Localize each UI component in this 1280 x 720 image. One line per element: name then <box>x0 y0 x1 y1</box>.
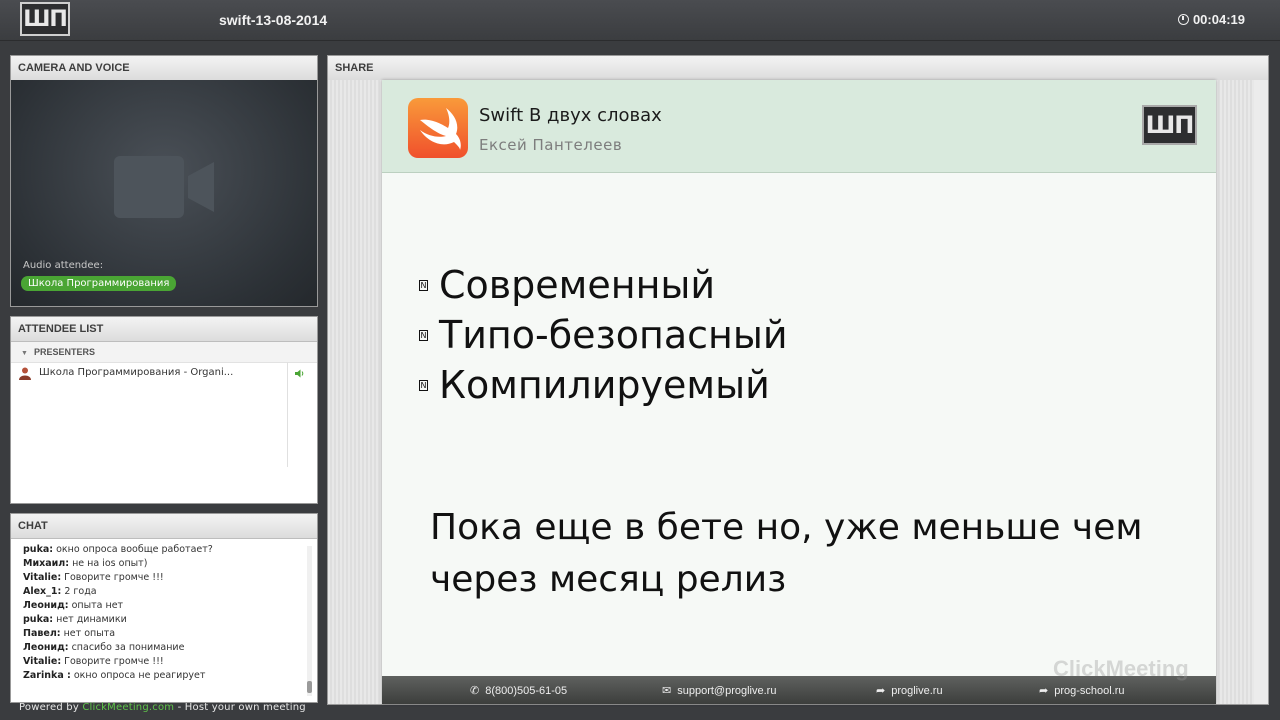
footer-site-1: ➦ proglive.ru <box>876 684 943 698</box>
bullet-box-icon: N <box>419 380 428 391</box>
bullet-item: N Современный <box>419 263 716 307</box>
clickmeeting-link[interactable]: ClickMeeting.com <box>82 702 174 713</box>
slide-header: Swift В двух словах Ексей Пантелеев ШП <box>382 80 1216 173</box>
presenter-person-icon <box>19 367 31 380</box>
footer-email: ✉ support@proglive.ru <box>662 684 777 698</box>
slide-note: Пока еще в бете но, уже меньше чем через… <box>430 507 1143 600</box>
attendee-scrollbar[interactable] <box>287 362 288 467</box>
clock-icon <box>1177 14 1189 25</box>
footer-site-2: ➦ prog-school.ru <box>1039 684 1125 698</box>
app-logo: ШП <box>20 2 70 36</box>
chat-scrollbar-track[interactable] <box>307 546 312 696</box>
arrow-icon: ➦ <box>1039 685 1049 697</box>
chat-scrollbar-thumb[interactable] <box>307 681 312 693</box>
bullet-box-icon: N <box>419 280 428 291</box>
camera-view[interactable]: Audio attendee: Школа Программирования <box>11 80 317 306</box>
timer-value: 00:04:19 <box>1192 12 1245 27</box>
bullet-item: N Типо-безопасный <box>419 313 788 357</box>
attendee-name: Школа Программирования - Organi... <box>39 367 234 378</box>
camera-panel: CAMERA AND VOICE Audio attendee: Школа П… <box>10 55 318 307</box>
slide-title: Swift В двух словах <box>479 105 662 126</box>
clickmeeting-watermark: ClickMeeting <box>1053 656 1189 681</box>
share-panel: SHARE Swift В двух словах Ексей Пантелее… <box>327 55 1269 705</box>
chat-panel: CHAT puka: окно опроса вообще работает? … <box>10 513 318 703</box>
share-header: SHARE <box>328 56 1268 81</box>
attendee-row[interactable]: Школа Программирования - Organi... <box>11 363 317 383</box>
chat-messages: puka: окно опроса вообще работает? Михаи… <box>11 539 317 683</box>
slide-logo: ШП <box>1142 105 1197 145</box>
presenters-label: PRESENTERS <box>33 347 95 357</box>
slide-author: Ексей Пантелеев <box>479 136 623 154</box>
chat-message: Alex_1: 2 года <box>23 586 97 597</box>
arrow-icon: ➦ <box>876 685 886 697</box>
swift-logo-icon <box>408 98 468 158</box>
presenters-section[interactable]: ▼ PRESENTERS <box>11 342 317 363</box>
meeting-title: swift-13-08-2014 <box>219 12 328 28</box>
chat-message: puka: нет динамики <box>23 614 127 625</box>
phone-icon: ✆ <box>470 685 480 697</box>
meeting-timer: 00:04:19 <box>1177 12 1245 27</box>
slide-bullets: N Современный N Типо-безопасный N Компилиру… <box>418 260 788 410</box>
audio-attendee-badge: Школа Программирования <box>21 276 177 291</box>
powered-by-footer: Powered by ClickMeeting.com - Host your … <box>19 702 306 713</box>
chat-message: Zarinka : окно опроса не реагирует <box>23 670 206 681</box>
camera-panel-header: CAMERA AND VOICE <box>11 56 317 81</box>
bullet-box-icon: N <box>419 330 428 341</box>
top-bar: ШП swift-13-08-2014 00:04:19 <box>0 0 1280 41</box>
chat-header: CHAT <box>11 514 317 539</box>
chat-message: Павел: нет опыта <box>23 628 116 639</box>
audio-attendee-label: Audio attendee: <box>23 260 104 271</box>
video-camera-icon <box>114 156 214 218</box>
bullet-item: N Компилируемый <box>419 363 770 407</box>
chat-message: Vitalie: Говорите громче !!! <box>23 656 164 667</box>
chat-message: Леонид: опыта нет <box>23 600 124 611</box>
envelope-icon: ✉ <box>662 685 672 697</box>
attendee-list-header: ATTENDEE LIST <box>11 317 317 342</box>
attendee-list-panel: ATTENDEE LIST ▼ PRESENTERS Школа Программ… <box>10 316 318 504</box>
share-stage: Swift В двух словах Ексей Пантелеев ШП N… <box>328 80 1268 704</box>
collapse-triangle-icon[interactable]: ▼ <box>21 344 28 364</box>
presentation-slide: Swift В двух словах Ексей Пантелеев ШП N… <box>382 80 1216 704</box>
chat-message: Vitalie: Говорите громче !!! <box>23 572 164 583</box>
chat-message: Михаил: не на ios опыт) <box>23 558 148 569</box>
speaker-icon[interactable] <box>295 369 305 378</box>
chat-message: puka: окно опроса вообще работает? <box>23 544 213 555</box>
share-scrollbar[interactable] <box>1254 80 1268 704</box>
chat-message: Леонид: спасибо за понимание <box>23 642 185 653</box>
footer-phone: ✆ 8(800)505-61-05 <box>470 684 568 698</box>
